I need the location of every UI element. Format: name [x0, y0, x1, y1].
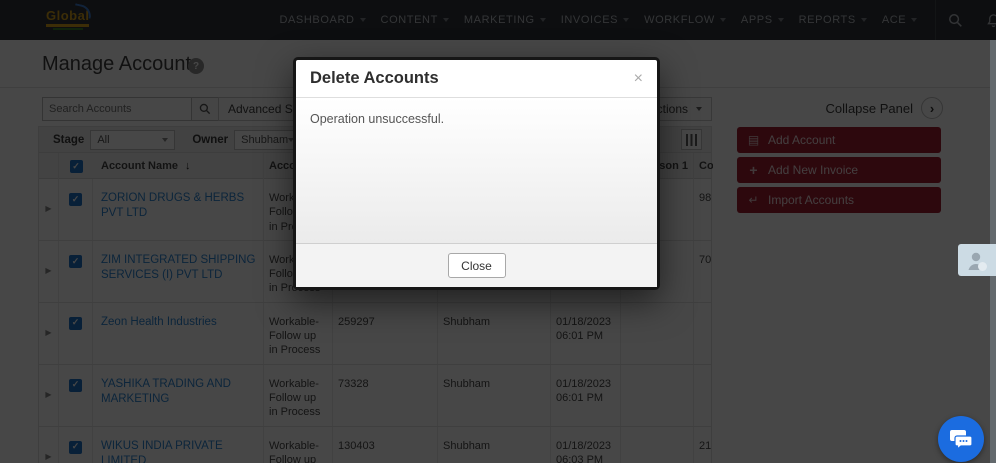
modal-title: Delete Accounts: [310, 69, 439, 87]
chat-icon: [950, 430, 973, 450]
profile-tab-widget[interactable]: [958, 244, 996, 276]
modal-message: Operation unsuccessful.: [296, 98, 657, 243]
modal-footer: Close: [296, 243, 657, 287]
app-window: Global DASHBOARDCONTENTMARKETINGINVOICES…: [0, 0, 996, 463]
modal-header: Delete Accounts ×: [296, 60, 657, 98]
avatar-icon: [964, 248, 990, 272]
chat-button[interactable]: [938, 416, 984, 462]
close-button[interactable]: Close: [447, 253, 506, 278]
close-icon[interactable]: ×: [634, 70, 643, 87]
delete-accounts-modal: Delete Accounts × Operation unsuccessful…: [293, 57, 660, 290]
